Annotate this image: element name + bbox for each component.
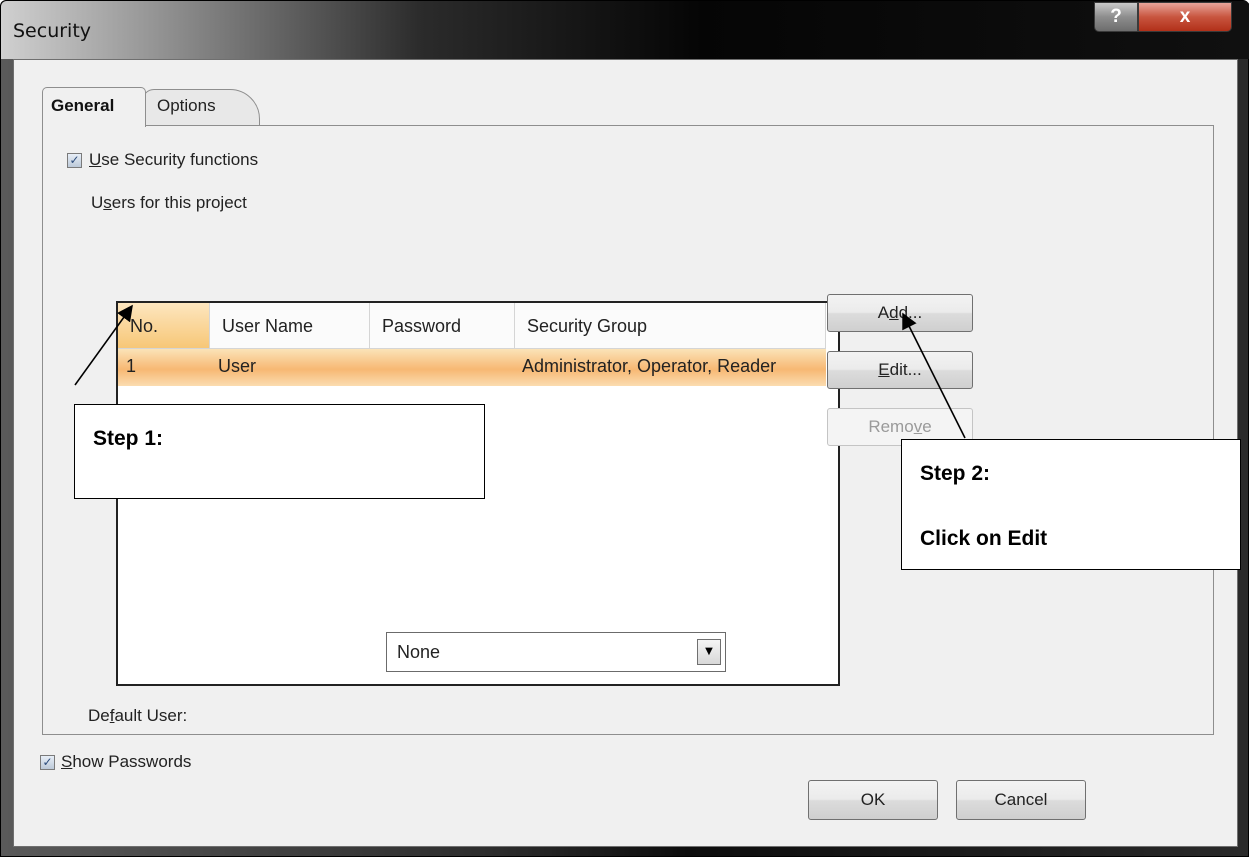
default-user-label: Default User:: [88, 706, 188, 725]
step1-title: Step 1:: [93, 427, 164, 450]
users-list-label: Users for this project: [91, 193, 247, 212]
step1-callout: Step 1:: [74, 404, 485, 499]
chevron-down-icon[interactable]: ▼: [697, 639, 721, 665]
show-passwords-mnemonic: S: [61, 752, 73, 771]
default-user-mnemonic: f: [109, 706, 115, 725]
tab-options[interactable]: Options: [142, 89, 260, 126]
users-list-header: No. User Name Password Security Group: [118, 303, 826, 349]
step2-title: Step 2:: [920, 462, 991, 485]
users-mnemonic: s: [103, 193, 112, 212]
window-title: Security: [13, 20, 92, 42]
column-no[interactable]: No.: [118, 303, 210, 348]
row-security-group: Administrator, Operator, Reader: [522, 356, 777, 376]
column-password[interactable]: Password: [370, 303, 515, 348]
tab-general[interactable]: General: [42, 87, 146, 127]
column-security-group[interactable]: Security Group: [515, 303, 826, 348]
ok-button[interactable]: OK: [808, 780, 938, 820]
edit-mnemonic: E: [878, 360, 890, 379]
default-user-value: None: [397, 642, 441, 662]
default-user-select[interactable]: None ▼: [386, 632, 726, 672]
show-passwords-label: Show Passwords: [61, 752, 192, 771]
step2-callout: Step 2: Click on Edit: [901, 439, 1241, 570]
row-no: 1: [126, 356, 137, 376]
use-security-label: Use Security functions: [89, 150, 258, 170]
use-security-mnemonic: U: [89, 150, 102, 169]
remove-mnemonic: v: [913, 417, 923, 436]
table-row[interactable]: 1 User Administrator, Operator, Reader: [118, 349, 826, 386]
show-passwords-checkbox[interactable]: ✓: [40, 755, 55, 770]
use-security-label-text: se Security functions: [101, 150, 259, 169]
close-button[interactable]: x: [1138, 2, 1232, 32]
step2-text: Click on Edit: [920, 527, 1048, 550]
title-bar[interactable]: Security ? x: [1, 1, 1249, 59]
edit-button[interactable]: Edit...: [827, 351, 973, 389]
add-mnemonic: d: [889, 303, 899, 322]
column-user-name[interactable]: User Name: [210, 303, 370, 348]
use-security-checkbox[interactable]: ✓: [67, 153, 82, 168]
add-button[interactable]: Add...: [827, 294, 973, 332]
row-user-name: User: [218, 356, 257, 376]
security-dialog: Security ? x General Options ✓ Use Secur…: [0, 0, 1249, 857]
help-button[interactable]: ?: [1094, 2, 1138, 32]
cancel-button[interactable]: Cancel: [956, 780, 1086, 820]
